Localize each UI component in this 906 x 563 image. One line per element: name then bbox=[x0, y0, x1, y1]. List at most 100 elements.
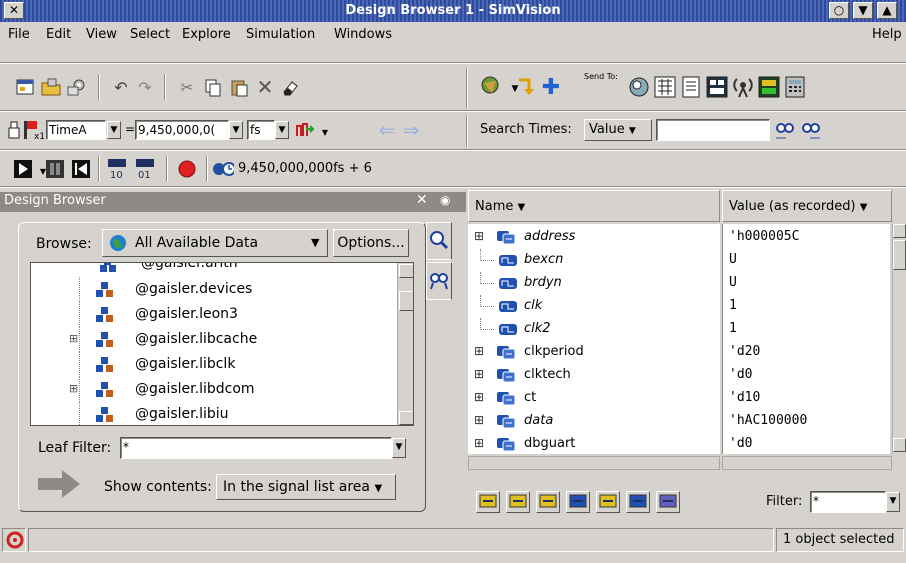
signal-filter-input[interactable]: * bbox=[810, 491, 886, 513]
expand-icon[interactable]: ⊞ bbox=[69, 332, 78, 345]
expand-icon[interactable]: ⊞ bbox=[474, 390, 484, 404]
signal-row[interactable]: bexcn bbox=[468, 249, 720, 272]
signal-row[interactable]: ⊞ ct bbox=[468, 387, 720, 410]
scroll-up-icon[interactable] bbox=[399, 264, 413, 278]
signal-row[interactable]: brdyn bbox=[468, 272, 720, 295]
signal-value-list[interactable]: 'h000005C U U 1 1 'd20 'd0 'd10 'hAC100000 'd0 bbox=[722, 224, 890, 454]
signal-row[interactable]: ⊞ data bbox=[468, 410, 720, 433]
scroll-thumb[interactable] bbox=[893, 240, 906, 270]
undo-icon[interactable]: ↶ bbox=[110, 76, 132, 98]
tree-item[interactable]: @gaisler.libclk bbox=[31, 352, 397, 377]
leaf-filter-input[interactable]: * bbox=[120, 437, 392, 459]
new-window-icon[interactable] bbox=[14, 76, 36, 98]
add-memory-icon[interactable] bbox=[626, 491, 650, 513]
signal-scrollbar[interactable] bbox=[892, 224, 906, 454]
expand-icon[interactable]: ⊞ bbox=[474, 229, 484, 243]
add-icon[interactable]: ✚ bbox=[540, 75, 562, 100]
value-column-header[interactable]: Value (as recorded) ▼ bbox=[722, 190, 892, 222]
search-next-icon[interactable] bbox=[800, 119, 822, 141]
tree-item[interactable]: ⊞ @gaisler.libcache bbox=[31, 327, 397, 352]
cursor-flag-icon[interactable]: x1 bbox=[22, 119, 44, 141]
signal-name-list[interactable]: ⊞ address bexcn brdyn clk clk2 ⊞ clkperiod ⊞ clkt… bbox=[468, 224, 720, 454]
eraser-icon[interactable] bbox=[280, 76, 302, 98]
go-to-time-icon[interactable] bbox=[294, 119, 316, 141]
send-to-schematic-icon[interactable] bbox=[506, 491, 530, 513]
search-times-input[interactable] bbox=[656, 119, 770, 141]
cursor-select[interactable]: TimeA bbox=[46, 120, 106, 140]
copy-icon[interactable] bbox=[202, 76, 224, 98]
expand-icon[interactable]: ⊞ bbox=[474, 344, 484, 358]
cut-icon[interactable]: ✂ bbox=[176, 76, 198, 98]
schematic-send-icon[interactable] bbox=[654, 76, 676, 98]
tree-item[interactable]: @gaisler.devices bbox=[31, 277, 397, 302]
run-icon[interactable] bbox=[12, 158, 34, 180]
expand-icon[interactable]: ⊞ bbox=[474, 413, 484, 427]
menu-edit[interactable]: Edit bbox=[46, 27, 71, 42]
cursor-select-dropdown-icon[interactable]: ▼ bbox=[107, 121, 121, 139]
waveform-send-icon[interactable] bbox=[628, 76, 650, 98]
source-send-icon[interactable] bbox=[680, 76, 702, 98]
add-port-icon[interactable] bbox=[596, 491, 620, 513]
search-tab[interactable] bbox=[426, 262, 452, 300]
signal-row[interactable]: clk2 bbox=[468, 318, 720, 341]
search-back-icon[interactable]: ⇐ bbox=[376, 118, 398, 142]
leaf-filter-dropdown-icon[interactable]: ▼ bbox=[392, 438, 406, 458]
tree-item[interactable]: ⊞ @gaisler.libdcom bbox=[31, 377, 397, 402]
redo-icon[interactable]: ↷ bbox=[134, 76, 156, 98]
scroll-down-icon[interactable] bbox=[893, 438, 906, 452]
signal-row[interactable]: ⊞ dbguart bbox=[468, 433, 720, 454]
step-icon[interactable]: 10 bbox=[106, 158, 128, 180]
signal-row[interactable]: ⊞ clktech bbox=[468, 364, 720, 387]
menu-help[interactable]: Help bbox=[872, 27, 902, 42]
tree-scrollbar[interactable] bbox=[397, 263, 413, 425]
signal-row[interactable]: ⊞ clkperiod bbox=[468, 341, 720, 364]
go-to-time-dropdown-icon[interactable]: ▼ bbox=[314, 121, 336, 143]
design-tool-icon[interactable] bbox=[480, 74, 502, 96]
show-contents-select[interactable]: In the signal list area ▼ bbox=[216, 474, 396, 500]
time-value-dropdown-icon[interactable]: ▼ bbox=[229, 121, 243, 139]
maximize-button[interactable]: ▲ bbox=[877, 2, 897, 19]
rewind-icon[interactable] bbox=[70, 158, 92, 180]
pause-icon[interactable] bbox=[44, 158, 66, 180]
status-icon[interactable] bbox=[2, 528, 26, 552]
stop-icon[interactable] bbox=[176, 158, 198, 180]
select-icon[interactable] bbox=[656, 491, 680, 513]
browser-tab[interactable] bbox=[426, 222, 452, 260]
tree-item[interactable]: @gaisler.leon3 bbox=[31, 302, 397, 327]
scroll-down-icon[interactable] bbox=[399, 411, 413, 425]
radio-send-icon[interactable] bbox=[732, 76, 754, 98]
menu-explore[interactable]: Explore bbox=[182, 27, 231, 42]
minimize-button[interactable]: ○ bbox=[829, 2, 849, 19]
close-icon[interactable]: ✕ bbox=[416, 192, 428, 208]
menu-view[interactable]: View bbox=[86, 27, 117, 42]
time-unit-dropdown-icon[interactable]: ▼ bbox=[275, 121, 289, 139]
signal-row[interactable]: ⊞ address bbox=[468, 226, 720, 249]
expand-icon[interactable]: ⊞ bbox=[71, 263, 79, 264]
menu-select[interactable]: Select bbox=[130, 27, 170, 42]
value-hscrollbar[interactable] bbox=[722, 456, 892, 470]
design-tree[interactable]: ⊞ @gaisler.arith @gaisler.devices @gaisle… bbox=[30, 262, 414, 426]
tree-item[interactable]: @gaisler.libiu bbox=[31, 402, 397, 425]
menu-windows[interactable]: Windows bbox=[334, 27, 392, 42]
search-forward-icon[interactable]: ⇒ bbox=[400, 118, 422, 142]
search-mode-select[interactable]: Value ▼ bbox=[584, 119, 652, 141]
browse-select[interactable]: All Available Data ▼ bbox=[102, 229, 328, 257]
signal-filter-dropdown-icon[interactable]: ▼ bbox=[886, 492, 900, 512]
expand-icon[interactable]: ⊞ bbox=[69, 382, 78, 395]
delete-icon[interactable]: ✕ bbox=[254, 75, 276, 99]
scroll-up-icon[interactable] bbox=[893, 224, 906, 238]
time-unit-select[interactable]: fs bbox=[247, 120, 275, 140]
expand-icon[interactable]: ⊞ bbox=[474, 367, 484, 381]
memory-send-icon[interactable] bbox=[758, 76, 780, 98]
menu-file[interactable]: File bbox=[8, 27, 30, 42]
search-previous-icon[interactable] bbox=[774, 119, 796, 141]
calculator-send-icon[interactable] bbox=[784, 76, 806, 98]
name-column-header[interactable]: Name ▼ bbox=[468, 190, 720, 222]
scroll-thumb[interactable] bbox=[399, 291, 413, 311]
send-to-source-icon[interactable] bbox=[536, 491, 560, 513]
expand-icon[interactable]: ⊞ bbox=[474, 436, 484, 450]
open-database-icon[interactable] bbox=[40, 76, 62, 98]
send-to-waveform-icon[interactable] bbox=[476, 491, 500, 513]
add-probe-icon[interactable] bbox=[566, 491, 590, 513]
tree-row-partial[interactable]: ⊞ @gaisler.arith bbox=[31, 263, 399, 278]
